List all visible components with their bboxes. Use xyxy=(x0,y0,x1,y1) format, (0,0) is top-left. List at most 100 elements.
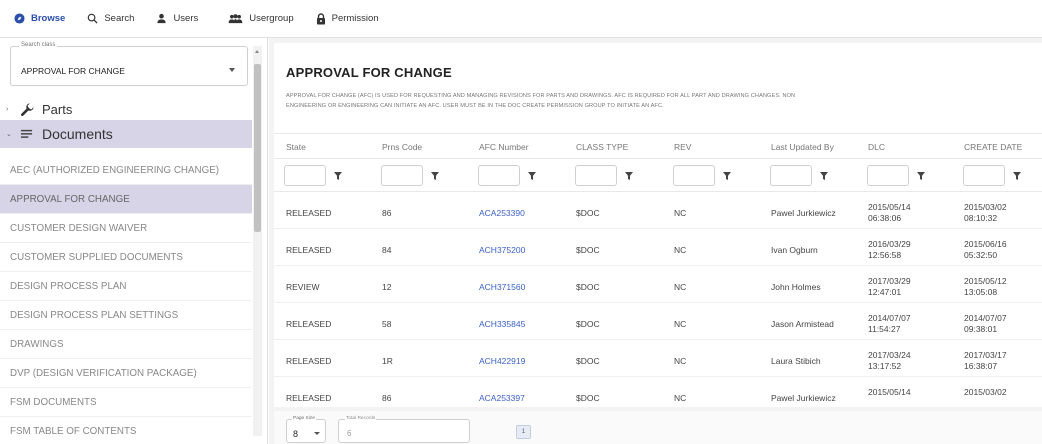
tree-item-documents[interactable]: ⌄ Documents xyxy=(0,120,252,148)
chevron-down-icon[interactable] xyxy=(314,432,320,435)
cell-prns-code: 86 xyxy=(382,208,392,218)
chevron-down-icon[interactable] xyxy=(229,68,235,72)
nav-browse-label: Browse xyxy=(31,13,66,24)
dlc-date: 2017/03/24 xyxy=(868,350,911,360)
table-row[interactable]: RELEASED 84 ACH375200 $DOC NC Ivan Ogbur… xyxy=(274,230,1042,266)
filter-button-prns-code[interactable] xyxy=(424,165,446,186)
list-item[interactable]: FSM DOCUMENTS xyxy=(0,388,252,417)
table-row[interactable]: RELEASED 86 ACA253397 $DOC NC Pawel Jurk… xyxy=(274,378,1042,407)
create-date: 2015/06/16 xyxy=(964,239,1007,249)
cell-last-updated-by: Ivan Ogburn xyxy=(771,245,818,255)
sidebar-scrollbar[interactable] xyxy=(253,46,262,436)
filter-input-class-type[interactable] xyxy=(575,165,617,186)
column-header-afc-number[interactable]: AFC Number xyxy=(479,142,529,152)
user-icon xyxy=(157,13,167,24)
filter-input-last-updated-by[interactable] xyxy=(770,165,812,186)
filter-input-dlc[interactable] xyxy=(867,165,909,186)
filter-button-class-type[interactable] xyxy=(618,165,640,186)
cell-state: RELEASED xyxy=(286,208,332,218)
cell-prns-code: 86 xyxy=(382,393,392,403)
filter-input-rev[interactable] xyxy=(673,165,715,186)
dlc-time: 12:47:01 xyxy=(868,287,902,297)
column-header-dlc[interactable]: DLC xyxy=(868,142,885,152)
cell-prns-code: 12 xyxy=(382,282,392,292)
class-description: APPROVAL FOR CHANGE (AFC) IS USED FOR RE… xyxy=(286,91,1026,111)
tree-item-parts-label: Parts xyxy=(42,101,73,117)
afc-number-link[interactable]: ACH335845 xyxy=(479,319,525,329)
afc-number-link[interactable]: ACH422919 xyxy=(479,356,525,366)
column-header-last-updated-by[interactable]: Last Updated By xyxy=(771,142,834,152)
cell-last-updated-by: Pawel Jurkiewicz xyxy=(771,208,836,218)
table-row[interactable]: RELEASED 58 ACH335845 $DOC NC Jason Armi… xyxy=(274,304,1042,340)
cell-create-date: 2015/03/02 xyxy=(964,387,1007,398)
afc-number-link[interactable]: ACA253390 xyxy=(479,208,525,218)
cell-prns-code: 58 xyxy=(382,319,392,329)
scroll-up-icon[interactable] xyxy=(255,50,259,53)
afc-number-link[interactable]: ACH371560 xyxy=(479,282,525,292)
filter-button-create-date[interactable] xyxy=(1006,165,1028,186)
filter-input-prns-code[interactable] xyxy=(381,165,423,186)
column-header-create-date[interactable]: CREATE DATE xyxy=(964,142,1022,152)
column-header-state[interactable]: State xyxy=(286,142,306,152)
usergroup-icon xyxy=(228,14,243,24)
page-button[interactable]: 1 xyxy=(516,425,531,439)
filter-input-afc-number[interactable] xyxy=(478,165,520,186)
nav-users[interactable]: Users xyxy=(156,9,198,29)
table-row[interactable]: RELEASED 1R ACH422919 $DOC NC Laura Stib… xyxy=(274,341,1042,377)
create-date: 2017/03/17 xyxy=(964,350,1007,360)
filter-input-state[interactable] xyxy=(284,165,326,186)
class-description-line: ENGINEERING OR ENGINEERING CAN INITIATE … xyxy=(286,103,664,109)
cell-rev: NC xyxy=(674,393,687,403)
dlc-time: 13:17:52 xyxy=(868,361,902,371)
list-item[interactable]: CUSTOMER DESIGN WAIVER xyxy=(0,214,252,243)
list-item-selected[interactable]: APPROVAL FOR CHANGE xyxy=(0,185,252,214)
filter-button-last-updated-by[interactable] xyxy=(813,165,835,186)
list-item[interactable]: FSM TABLE OF CONTENTS xyxy=(0,417,252,444)
cell-class-type: $DOC xyxy=(576,319,600,329)
scrollbar-thumb[interactable] xyxy=(254,64,261,232)
compass-icon xyxy=(14,13,25,24)
list-item[interactable]: AEC (AUTHORIZED ENGINEERING CHANGE) xyxy=(0,156,252,185)
nav-permission-label: Permission xyxy=(331,13,379,24)
filter-button-afc-number[interactable] xyxy=(521,165,543,186)
cell-rev: NC xyxy=(674,282,687,292)
chevron-down-icon[interactable]: ⌄ xyxy=(6,130,12,138)
list-item[interactable]: DVP (DESIGN VERIFICATION PACKAGE) xyxy=(0,359,252,388)
search-icon xyxy=(88,13,98,24)
cell-class-type: $DOC xyxy=(576,356,600,366)
create-time: 05:32:50 xyxy=(964,250,998,260)
cell-rev: NC xyxy=(674,319,687,329)
list-item[interactable]: DESIGN PROCESS PLAN xyxy=(0,272,252,301)
filter-button-state[interactable] xyxy=(327,165,349,186)
document-class-list: AEC (AUTHORIZED ENGINEERING CHANGE) APPR… xyxy=(0,156,252,444)
cell-dlc: 2015/05/14 xyxy=(868,387,911,398)
nav-search[interactable]: Search xyxy=(87,9,134,29)
afc-number-link[interactable]: ACA253397 xyxy=(479,393,525,403)
cell-last-updated-by: Jason Armistead xyxy=(771,319,834,329)
page-size-label: Page Size xyxy=(292,416,316,421)
tree-item-parts[interactable]: › Parts xyxy=(0,98,252,120)
column-header-prns-code[interactable]: Prns Code xyxy=(382,142,422,152)
cell-create-date: 2015/03/02 08:10:32 xyxy=(964,202,1007,224)
filter-row xyxy=(274,160,1042,192)
list-item[interactable]: DRAWINGS xyxy=(0,330,252,359)
nav-browse[interactable]: Browse xyxy=(14,9,65,29)
nav-permission[interactable]: Permission xyxy=(316,9,379,29)
list-item[interactable]: CUSTOMER SUPPLIED DOCUMENTS xyxy=(0,243,252,272)
column-header-rev[interactable]: REV xyxy=(674,142,691,152)
dlc-date: 2017/03/29 xyxy=(868,276,911,286)
afc-number-link[interactable]: ACH375200 xyxy=(479,245,525,255)
table-row[interactable]: REVIEW 12 ACH371560 $DOC NC John Holmes … xyxy=(274,267,1042,303)
create-time: 09:38:01 xyxy=(964,324,998,334)
chevron-right-icon[interactable]: › xyxy=(6,106,8,113)
filter-button-rev[interactable] xyxy=(716,165,738,186)
page-size-select[interactable]: Page Size 8 xyxy=(286,416,326,443)
filter-input-create-date[interactable] xyxy=(963,165,1005,186)
list-item[interactable]: DESIGN PROCESS PLAN SETTINGS xyxy=(0,301,252,330)
search-class-select[interactable]: Search class APPROVAL FOR CHANGE xyxy=(10,42,248,86)
column-header-class-type[interactable]: CLASS TYPE xyxy=(576,142,628,152)
cell-create-date: 2014/07/07 09:38:01 xyxy=(964,313,1007,335)
filter-button-dlc[interactable] xyxy=(910,165,932,186)
table-row[interactable]: RELEASED 86 ACA253390 $DOC NC Pawel Jurk… xyxy=(274,193,1042,229)
nav-usergroup[interactable]: Usergroup xyxy=(228,9,294,29)
